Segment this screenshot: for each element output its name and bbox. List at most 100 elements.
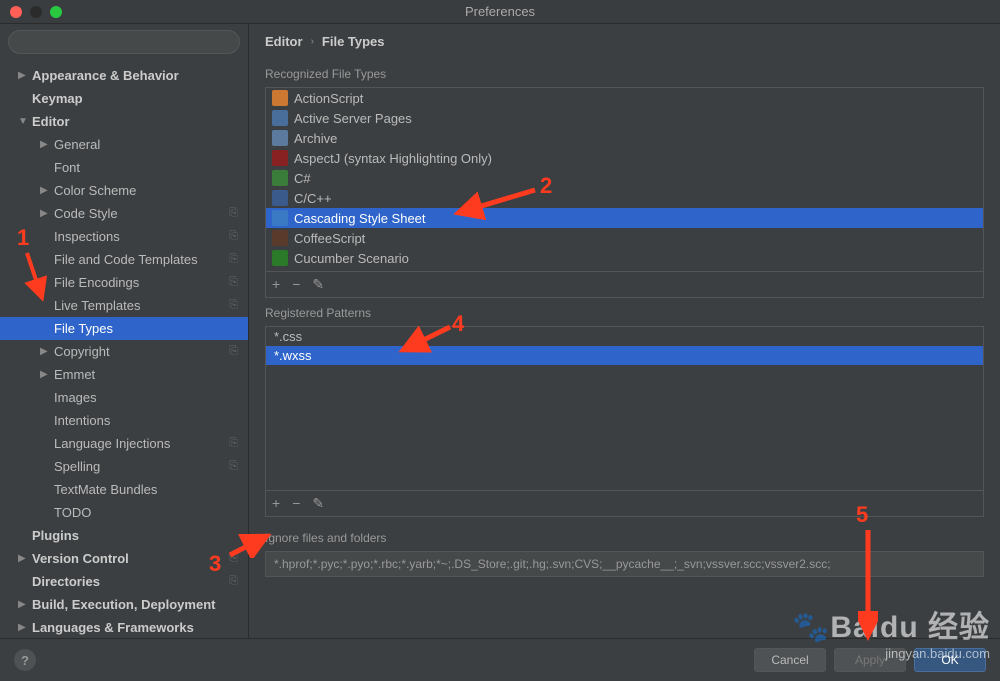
copy-icon: ⎘	[229, 345, 238, 358]
copy-icon: ⎘	[229, 207, 238, 220]
filetype-item[interactable]: AspectJ (syntax Highlighting Only)	[266, 148, 983, 168]
sidebar-item-spelling[interactable]: Spelling ⎘	[0, 455, 248, 478]
filetype-label: CoffeeScript	[294, 231, 365, 246]
copy-icon: ⎘	[229, 299, 238, 312]
sidebar-item-font[interactable]: Font	[0, 156, 248, 179]
sidebar-item-plugins[interactable]: Plugins	[0, 524, 248, 547]
tree-arrow-icon: ▶	[18, 622, 28, 633]
sidebar-item-build-execution-deployment[interactable]: ▶Build, Execution, Deployment	[0, 593, 248, 616]
ok-button[interactable]: OK	[914, 648, 986, 672]
tree-item-label: TextMate Bundles	[54, 482, 157, 497]
tree-arrow-icon: ▶	[40, 346, 50, 357]
filetype-item[interactable]: Cascading Style Sheet	[266, 208, 983, 228]
filetype-icon	[272, 230, 288, 246]
tree-item-label: Code Style	[54, 206, 118, 221]
sidebar-item-intentions[interactable]: Intentions	[0, 409, 248, 432]
sidebar-item-copyright[interactable]: ▶ Copyright ⎘	[0, 340, 248, 363]
sidebar-item-color-scheme[interactable]: ▶Color Scheme	[0, 179, 248, 202]
filetype-item[interactable]: Cucumber Scenario	[266, 248, 983, 268]
sidebar-item-file-types[interactable]: File Types	[0, 317, 248, 340]
apply-button[interactable]: Apply	[834, 648, 906, 672]
window-title: Preferences	[465, 4, 535, 19]
sidebar-item-language-injections[interactable]: Language Injections⎘	[0, 432, 248, 455]
filetype-item[interactable]: ActionScript	[266, 88, 983, 108]
tree-arrow-icon: ▶	[18, 70, 28, 81]
breadcrumb-page: File Types	[322, 34, 385, 49]
sidebar-item-appearance-behavior[interactable]: ▶Appearance & Behavior	[0, 64, 248, 87]
recognized-label: Recognized File Types	[249, 59, 1000, 87]
patterns-label: Registered Patterns	[249, 298, 1000, 326]
filetype-item[interactable]: Active Server Pages	[266, 108, 983, 128]
filetype-item[interactable]: Archive	[266, 128, 983, 148]
sidebar-item-code-style[interactable]: ▶ Code Style ⎘	[0, 202, 248, 225]
filetype-toolbar: + − ✎	[265, 272, 984, 298]
sidebar-item-languages-frameworks[interactable]: ▶Languages & Frameworks	[0, 616, 248, 638]
copy-icon: ⎘	[229, 552, 238, 565]
filetype-icon	[272, 110, 288, 126]
filetype-icon	[272, 90, 288, 106]
sidebar-item-keymap[interactable]: Keymap	[0, 87, 248, 110]
sidebar-item-general[interactable]: ▶General	[0, 133, 248, 156]
pattern-item[interactable]: *.css	[266, 327, 983, 346]
add-filetype-button[interactable]: +	[272, 276, 280, 293]
sidebar-item-live-templates[interactable]: Live Templates ⎘	[0, 294, 248, 317]
window-controls	[0, 6, 62, 18]
sidebar-item-file-and-code-templates[interactable]: File and Code Templates⎘	[0, 248, 248, 271]
tree-item-label: Copyright	[54, 344, 110, 359]
tree-item-label: Spelling	[54, 459, 100, 474]
tree-item-label: Live Templates	[54, 298, 140, 313]
tree-item-label: Editor	[32, 114, 70, 129]
tree-item-label: TODO	[54, 505, 91, 520]
pattern-item[interactable]: *.wxss	[266, 346, 983, 365]
tree-arrow-icon: ▼	[18, 116, 28, 127]
sidebar: ⌕ ▶Appearance & BehaviorKeymap▼Editor▶Ge…	[0, 24, 249, 638]
sidebar-item-editor[interactable]: ▼ Editor	[0, 110, 248, 133]
filetype-icon	[272, 150, 288, 166]
sidebar-item-emmet[interactable]: ▶Emmet	[0, 363, 248, 386]
cancel-button[interactable]: Cancel	[754, 648, 826, 672]
filetype-label: AspectJ (syntax Highlighting Only)	[294, 151, 492, 166]
sidebar-item-directories[interactable]: Directories⎘	[0, 570, 248, 593]
filetype-label: Cascading Style Sheet	[294, 211, 426, 226]
content: Editor › File Types Recognized File Type…	[249, 24, 1000, 638]
filetype-item[interactable]: C#	[266, 168, 983, 188]
edit-filetype-button[interactable]: ✎	[312, 276, 324, 293]
breadcrumb-root[interactable]: Editor	[265, 34, 303, 49]
tree-arrow-icon: ▶	[40, 185, 50, 196]
sidebar-item-todo[interactable]: TODO	[0, 501, 248, 524]
copy-icon: ⎘	[229, 460, 238, 473]
close-icon[interactable]	[10, 6, 22, 18]
tree-arrow-icon: ▶	[40, 208, 50, 219]
tree-item-label: File Encodings	[54, 275, 139, 290]
tree-item-label: Language Injections	[54, 436, 170, 451]
ignore-input[interactable]	[265, 551, 984, 577]
sidebar-item-textmate-bundles[interactable]: TextMate Bundles	[0, 478, 248, 501]
titlebar: Preferences	[0, 0, 1000, 24]
edit-pattern-button[interactable]: ✎	[312, 495, 324, 512]
sidebar-item-images[interactable]: Images	[0, 386, 248, 409]
sidebar-item-version-control[interactable]: ▶Version Control⎘	[0, 547, 248, 570]
tree-arrow-icon: ▶	[18, 553, 28, 564]
maximize-icon[interactable]	[50, 6, 62, 18]
tree-item-label: Font	[54, 160, 80, 175]
help-button[interactable]: ?	[14, 649, 36, 671]
filetype-label: Archive	[294, 131, 337, 146]
filetype-label: C/C++	[294, 191, 332, 206]
copy-icon: ⎘	[229, 575, 238, 588]
sidebar-item-file-encodings[interactable]: File Encodings⎘	[0, 271, 248, 294]
search-wrap: ⌕	[0, 24, 248, 60]
sidebar-item-inspections[interactable]: Inspections⎘	[0, 225, 248, 248]
filetype-item[interactable]: C/C++	[266, 188, 983, 208]
add-pattern-button[interactable]: +	[272, 495, 280, 512]
tree-item-label: General	[54, 137, 100, 152]
remove-filetype-button[interactable]: −	[292, 276, 300, 293]
patterns-list[interactable]: *.css*.wxss	[265, 326, 984, 491]
filetype-list[interactable]: ActionScriptActive Server Pages Archive As…	[265, 87, 984, 272]
footer-buttons: Cancel Apply OK	[754, 648, 986, 672]
minimize-icon[interactable]	[30, 6, 42, 18]
footer: ? Cancel Apply OK	[0, 638, 1000, 681]
filetype-item[interactable]: CoffeeScript	[266, 228, 983, 248]
remove-pattern-button[interactable]: −	[292, 495, 300, 512]
settings-tree[interactable]: ▶Appearance & BehaviorKeymap▼Editor▶Gene…	[0, 60, 248, 638]
search-input[interactable]	[8, 30, 240, 54]
